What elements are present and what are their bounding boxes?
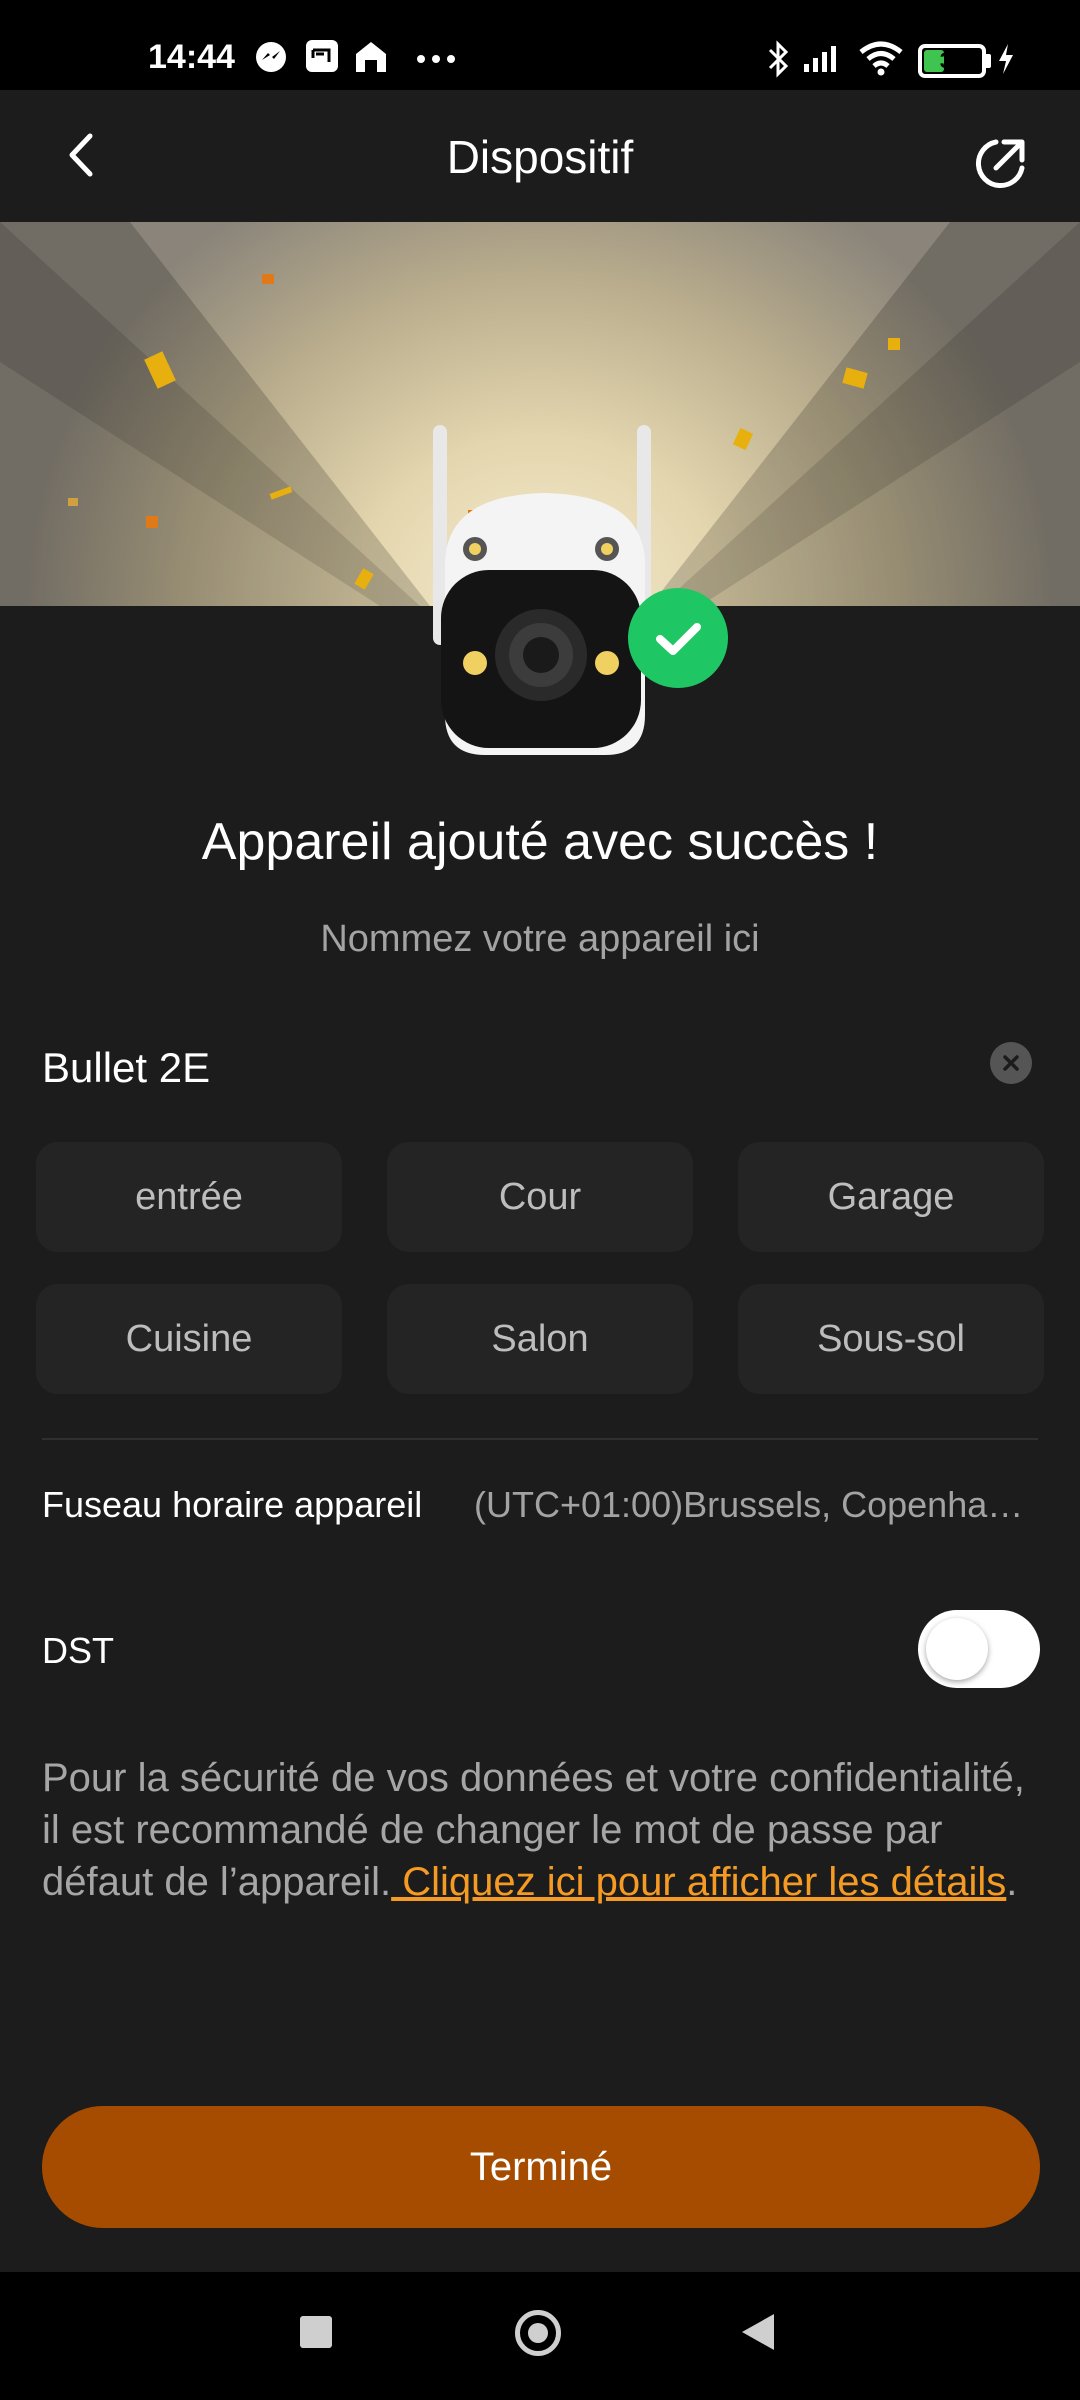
timezone-value[interactable]: (UTC+01:00)Brussels, Copenhagen, Madrid,… xyxy=(474,1484,1040,1526)
details-link[interactable]: Cliquez ici pour afficher les détails xyxy=(391,1860,1006,1904)
recents-square-icon[interactable] xyxy=(300,2316,332,2348)
share-arrow-icon[interactable] xyxy=(966,128,1036,198)
home-circle-icon[interactable] xyxy=(515,2310,561,2356)
signal-icon xyxy=(804,46,836,72)
name-chip-entree[interactable]: entrée xyxy=(36,1142,342,1252)
status-time: 14:44 xyxy=(148,38,235,76)
timezone-label: Fuseau horaire appareil xyxy=(42,1484,423,1525)
wifi-icon xyxy=(859,41,903,76)
back-triangle-icon[interactable] xyxy=(742,2314,774,2350)
divider xyxy=(42,1438,1038,1440)
status-bar: 14:44 34 xyxy=(0,0,1080,90)
charging-icon xyxy=(999,44,1013,74)
battery-level: 34 xyxy=(939,48,965,73)
security-note: Pour la sécurité de vos données et votre… xyxy=(42,1752,1042,1908)
dst-toggle[interactable] xyxy=(918,1610,1040,1688)
cast-icon xyxy=(306,40,338,72)
name-chip-cour[interactable]: Cour xyxy=(387,1142,693,1252)
device-name-input[interactable] xyxy=(42,1038,942,1098)
home-icon xyxy=(356,42,386,72)
name-chip-sous-sol[interactable]: Sous-sol xyxy=(738,1284,1044,1394)
home-circle-dot xyxy=(528,2323,548,2343)
check-icon xyxy=(628,588,728,688)
dst-label: DST xyxy=(42,1630,114,1671)
name-chip-cuisine[interactable]: Cuisine xyxy=(36,1284,342,1394)
success-title: Appareil ajouté avec succès ! xyxy=(201,813,879,871)
name-chip-garage[interactable]: Garage xyxy=(738,1142,1044,1252)
system-nav-bar xyxy=(0,2272,1080,2400)
name-chip-salon[interactable]: Salon xyxy=(387,1284,693,1394)
name-hint: Nommez votre appareil ici xyxy=(320,918,760,960)
toggle-knob xyxy=(926,1618,988,1680)
bluetooth-icon xyxy=(768,40,789,78)
security-note-suffix: . xyxy=(1006,1860,1018,1904)
close-icon[interactable] xyxy=(990,1042,1032,1084)
more-dots-icon xyxy=(417,55,455,63)
done-button[interactable]: Terminé xyxy=(42,2106,1040,2228)
battery-nub xyxy=(986,54,991,68)
page-title: Dispositif xyxy=(446,131,634,183)
messenger-icon xyxy=(256,42,286,72)
top-app-bar: Dispositif xyxy=(0,90,1080,222)
battery-icon: 34 xyxy=(918,44,986,78)
